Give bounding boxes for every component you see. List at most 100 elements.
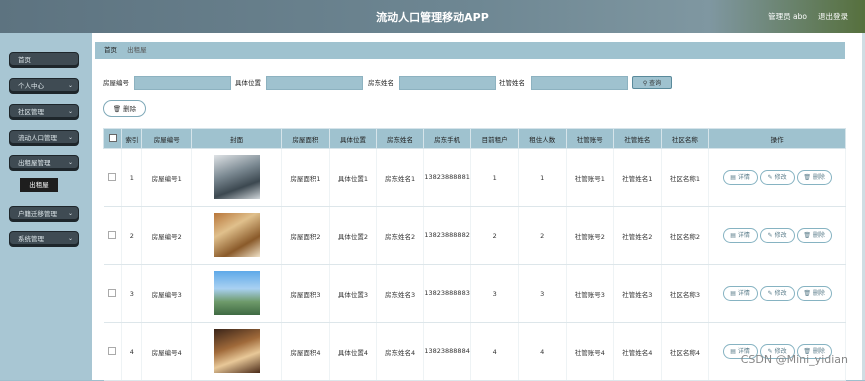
cell-house-code: 房屋编号2 xyxy=(141,206,193,265)
table-header: 索引 房屋编号 封面 房屋面积 具体位置 房东姓名 房东手机 目前租户 租住人数… xyxy=(102,128,846,149)
sidebar: 首页 个人中心 ⌄ 社区管理 ⌄ 流动人口管理 ⌄ 出租屋管理 ⌄ 出租屋 户籍迁移管理… xyxy=(0,33,92,380)
col-cover: 封面 xyxy=(191,128,283,149)
col-tenant-count: 租住人数 xyxy=(517,128,567,149)
edit-label: 修改 xyxy=(774,232,787,239)
search-bar: 房屋编号 具体位置 房东姓名 社管姓名 ⚲ 查询 xyxy=(92,76,865,90)
select-all-checkbox[interactable] xyxy=(108,133,117,142)
sidebar-item-system[interactable]: 系统管理 ⌄ xyxy=(9,231,79,245)
detail-button[interactable]: ▤ 详情 xyxy=(722,228,758,243)
sidebar-item-personal-center[interactable]: 个人中心 ⌄ xyxy=(9,78,79,92)
logout-link[interactable]: 退出登录 xyxy=(818,11,848,22)
cover-image[interactable] xyxy=(213,154,260,199)
remove-button[interactable]: 🗑 删除 xyxy=(796,170,832,185)
edit-button[interactable]: ✎ 修改 xyxy=(759,286,795,301)
sidebar-item-home[interactable]: 首页 xyxy=(9,52,79,66)
edit-button[interactable]: ✎ 修改 xyxy=(759,170,795,185)
remove-button[interactable]: 🗑 删除 xyxy=(796,228,832,243)
detail-label: 详情 xyxy=(737,232,750,239)
cell-manager-account: 社管账号4 xyxy=(566,322,615,381)
cell-tenant-count: 3 xyxy=(518,264,567,323)
trash-icon: 🗑 xyxy=(803,290,811,297)
cell-manager-account: 社管账号2 xyxy=(566,206,615,265)
rental-table: 索引 房屋编号 封面 房屋面积 具体位置 房东姓名 房东手机 目前租户 租住人数… xyxy=(102,128,846,381)
app-title: 流动人口管理移动APP xyxy=(376,11,489,24)
cell-manager-account: 社管账号1 xyxy=(566,148,615,207)
remove-button[interactable]: 🗑 删除 xyxy=(796,286,832,301)
detail-button[interactable]: ▤ 详情 xyxy=(722,286,758,301)
cell-manager-account: 社管账号3 xyxy=(566,264,615,323)
location-label: 具体位置 xyxy=(235,79,261,87)
row-checkbox[interactable] xyxy=(108,172,117,181)
cell-tenant-count: 1 xyxy=(518,148,567,207)
cover-image[interactable] xyxy=(213,270,260,315)
house-code-input[interactable] xyxy=(134,76,231,90)
cell-manager-name: 社管姓名3 xyxy=(613,264,662,323)
manager-name-input[interactable] xyxy=(531,76,628,90)
cell-tenant-count: 2 xyxy=(518,206,567,265)
chevron-down-icon: ⌄ xyxy=(67,159,73,166)
cell-area: 房屋面积3 xyxy=(281,264,330,323)
sidebar-item-label: 户籍迁移管理 xyxy=(18,210,57,218)
cell-community-name: 社区名称4 xyxy=(661,322,710,381)
col-owner-name: 房东姓名 xyxy=(376,128,424,149)
delete-button[interactable]: 🗑 删除 xyxy=(103,100,146,117)
col-area: 房屋面积 xyxy=(281,128,330,149)
col-manager-account: 社管账号 xyxy=(565,128,615,149)
cell-index: 4 xyxy=(121,322,143,381)
cover-image[interactable] xyxy=(213,212,260,257)
pencil-icon: ✎ xyxy=(767,290,773,297)
cell-current-tenants: 2 xyxy=(470,206,519,265)
sidebar-item-label: 社区管理 xyxy=(18,108,44,116)
cover-image[interactable] xyxy=(213,328,260,373)
search-button[interactable]: ⚲ 查询 xyxy=(632,76,672,89)
cell-owner-name: 房东姓名3 xyxy=(376,264,424,323)
watermark: CSDN @Mini_yidian xyxy=(740,353,848,366)
sidebar-item-rental-management[interactable]: 出租屋管理 ⌄ xyxy=(9,155,79,169)
location-input[interactable] xyxy=(266,76,363,90)
cell-actions: ▤ 详情 ✎ 修改 🗑 删除 xyxy=(708,322,846,381)
sidebar-item-household-migration[interactable]: 户籍迁移管理 ⌄ xyxy=(9,206,79,220)
owner-name-label: 房东姓名 xyxy=(368,79,394,87)
document-icon: ▤ xyxy=(730,348,736,355)
cell-current-tenants: 3 xyxy=(470,264,519,323)
document-icon: ▤ xyxy=(730,174,736,181)
pencil-icon: ✎ xyxy=(767,232,773,239)
breadcrumb-current: 出租屋 xyxy=(127,46,147,54)
cell-cover xyxy=(191,206,283,265)
detail-button[interactable]: ▤ 详情 xyxy=(722,170,758,185)
edit-button[interactable]: ✎ 修改 xyxy=(759,228,795,243)
document-icon: ▤ xyxy=(730,290,736,297)
col-community-name: 社区名称 xyxy=(660,128,710,149)
trash-icon: 🗑 xyxy=(803,232,811,239)
trash-icon: 🗑 xyxy=(112,105,122,113)
cell-owner-phone: 13823888883 xyxy=(423,264,472,323)
breadcrumb-home[interactable]: 首页 xyxy=(104,46,117,54)
row-checkbox[interactable] xyxy=(108,230,117,239)
owner-name-input[interactable] xyxy=(399,76,496,90)
col-current-tenants: 目前租户 xyxy=(470,128,519,149)
cell-owner-name: 房东姓名2 xyxy=(376,206,424,265)
remove-label: 删除 xyxy=(812,174,825,181)
col-index: 索引 xyxy=(121,128,143,149)
col-actions: 操作 xyxy=(708,128,846,149)
sidebar-item-label: 流动人口管理 xyxy=(18,134,57,142)
cell-community-name: 社区名称1 xyxy=(661,148,710,207)
cell-house-code: 房屋编号4 xyxy=(141,322,193,381)
row-checkbox[interactable] xyxy=(108,288,117,297)
sidebar-item-community[interactable]: 社区管理 ⌄ xyxy=(9,104,79,118)
row-checkbox[interactable] xyxy=(108,346,117,355)
col-owner-phone: 房东手机 xyxy=(422,128,472,149)
submenu-rental[interactable]: 出租屋 xyxy=(20,178,58,192)
row-select-cell xyxy=(103,264,123,323)
cell-actions: ▤ 详情 ✎ 修改 🗑 删除 xyxy=(708,206,846,265)
edit-label: 修改 xyxy=(774,174,787,181)
cell-owner-phone: 13823888884 xyxy=(423,322,472,381)
cell-manager-name: 社管姓名2 xyxy=(613,206,662,265)
sidebar-item-floating-population[interactable]: 流动人口管理 ⌄ xyxy=(9,130,79,144)
cell-current-tenants: 4 xyxy=(470,322,519,381)
cell-house-code: 房屋编号3 xyxy=(141,264,193,323)
cell-owner-name: 房东姓名4 xyxy=(376,322,424,381)
cell-cover xyxy=(191,322,283,381)
col-location: 具体位置 xyxy=(328,128,378,149)
cell-index: 1 xyxy=(121,148,143,207)
